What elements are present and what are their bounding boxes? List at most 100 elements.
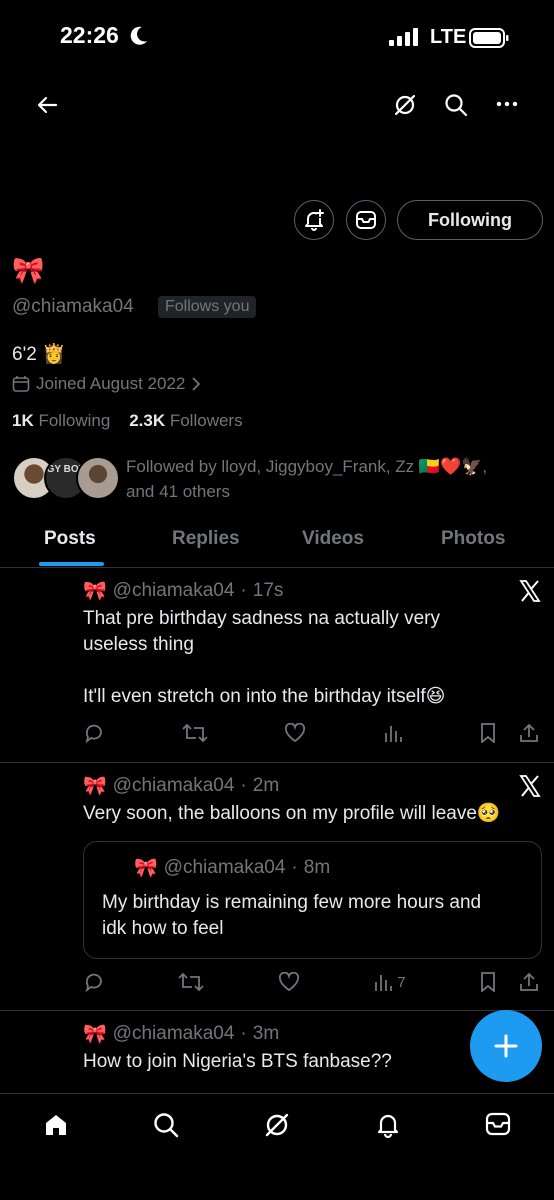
- search-icon: [445, 94, 468, 117]
- bookmark-button[interactable]: [479, 972, 497, 992]
- repost-icon: [181, 723, 208, 743]
- home-icon: [46, 1115, 66, 1135]
- tab-photos[interactable]: Photos: [441, 528, 505, 550]
- like-button[interactable]: [278, 972, 300, 992]
- status-time: 22:26: [60, 22, 119, 48]
- post-author-emoji: 🎀: [83, 581, 107, 602]
- search-button[interactable]: [444, 93, 468, 117]
- nav-home[interactable]: [43, 1112, 69, 1138]
- battery-icon: [469, 28, 509, 48]
- chart-icon: [384, 726, 402, 742]
- reply-button[interactable]: [83, 722, 105, 744]
- views-count: 7: [397, 973, 406, 991]
- post-handle[interactable]: @chiamaka04: [113, 580, 235, 602]
- nav-grok[interactable]: [264, 1112, 290, 1138]
- post-author-emoji: 🎀: [83, 776, 107, 797]
- followers-stat[interactable]: 2.3K Followers: [129, 411, 242, 430]
- more-icon: [496, 101, 518, 107]
- like-button[interactable]: [284, 723, 306, 743]
- quote-body: My birthday is remaining few more hours …: [102, 892, 482, 939]
- quoted-post[interactable]: 🎀 @chiamaka04 · 8m My birthday is remainin…: [83, 841, 542, 959]
- chevron-right-icon: [192, 377, 201, 391]
- post-time: 3m: [252, 1023, 280, 1044]
- nav-messages[interactable]: [485, 1112, 511, 1136]
- tab-posts[interactable]: Posts: [44, 528, 96, 550]
- bookmark-button[interactable]: [479, 723, 497, 743]
- reply-button[interactable]: [83, 971, 105, 993]
- grok-button[interactable]: [393, 93, 417, 117]
- post-handle[interactable]: @chiamaka04: [113, 775, 235, 797]
- more-button[interactable]: [496, 100, 518, 108]
- post-extra-actions: [479, 972, 539, 992]
- post-handle[interactable]: @chiamaka04: [113, 1023, 235, 1045]
- joined-label: Joined August 2022: [36, 374, 186, 393]
- followed-by-avatars[interactable]: GY BOY: [12, 456, 122, 500]
- quote-header: 🎀 @chiamaka04 · 8m: [134, 857, 331, 879]
- share-button[interactable]: [519, 723, 539, 743]
- repost-button[interactable]: [178, 971, 205, 993]
- back-button[interactable]: [36, 94, 58, 116]
- calendar-icon: [12, 376, 30, 392]
- quote-handle: @chiamaka04: [163, 857, 286, 878]
- tab-videos[interactable]: Videos: [302, 528, 364, 550]
- following-stat[interactable]: 1K Following: [12, 411, 110, 430]
- compose-button[interactable]: [470, 1010, 542, 1082]
- follow-stats: 1K Following 2.3K Followers: [12, 411, 243, 431]
- quote-time: 8m: [303, 857, 331, 878]
- repost-icon: [178, 972, 205, 992]
- arrow-left-icon: [37, 96, 58, 114]
- post-header: 🎀 @chiamaka04 · 17s: [83, 580, 284, 602]
- tab-replies[interactable]: Replies: [172, 528, 240, 550]
- views-button[interactable]: [383, 723, 403, 743]
- post-time: 17s: [252, 580, 284, 601]
- follows-you-badge: Follows you: [158, 296, 257, 318]
- bookmark-icon: [481, 723, 495, 743]
- avatar: [76, 456, 120, 500]
- post-time: 2m: [252, 775, 280, 796]
- network-label: LTE: [430, 26, 467, 48]
- plus-icon: [494, 1034, 518, 1058]
- post-header: 🎀 @chiamaka04 · 3m: [83, 1023, 280, 1045]
- heart-icon: [284, 723, 306, 743]
- following-button[interactable]: Following: [397, 200, 543, 240]
- profile-tabs: Posts Replies Videos Photos: [0, 516, 554, 568]
- tab-indicator: [39, 562, 104, 566]
- nav-notifications[interactable]: [375, 1112, 401, 1138]
- share-icon: [520, 972, 538, 991]
- bookmark-icon: [481, 972, 495, 992]
- grok-icon: [265, 1113, 289, 1137]
- grok-icon: [394, 94, 416, 116]
- post-body: That pre birthday sadness na actually ve…: [83, 608, 446, 707]
- post-divider: [0, 762, 554, 763]
- post-body: How to join Nigeria's BTS fanbase??: [83, 1051, 392, 1072]
- nav-search[interactable]: [153, 1112, 179, 1138]
- envelope-icon: [485, 1112, 511, 1136]
- post-extra-actions: [479, 723, 539, 743]
- post-actions: 7: [83, 971, 539, 993]
- share-icon: [520, 723, 538, 742]
- followed-by-text[interactable]: Followed by lloyd, Jiggyboy_Frank, Zz 🇧🇯…: [126, 454, 526, 504]
- notify-button[interactable]: [294, 200, 334, 240]
- profile-name: 🎀: [12, 255, 45, 285]
- repost-button[interactable]: [181, 722, 208, 744]
- profile-bio: 6'2 👸: [12, 344, 66, 365]
- envelope-icon: [356, 211, 376, 229]
- joined-date[interactable]: Joined August 2022: [12, 374, 201, 394]
- post-header: 🎀 @chiamaka04 · 2m: [83, 775, 280, 797]
- chart-icon: [375, 975, 393, 991]
- bell-plus-icon: [305, 209, 324, 231]
- message-button[interactable]: [346, 200, 386, 240]
- post-author-emoji: 🎀: [83, 1024, 107, 1045]
- post-body: Very soon, the balloons on my profile wi…: [83, 803, 501, 824]
- moon-icon: [130, 26, 148, 46]
- search-icon: [154, 1113, 179, 1138]
- bell-icon: [377, 1114, 399, 1138]
- x-logo-icon: [519, 775, 541, 797]
- post-actions: [83, 722, 539, 744]
- share-button[interactable]: [519, 972, 539, 992]
- quote-author-emoji: 🎀: [134, 858, 158, 879]
- signal-icon: [389, 28, 418, 46]
- post-divider: [0, 1010, 554, 1011]
- profile-handle: @chiamaka04: [12, 296, 134, 317]
- views-button[interactable]: 7: [373, 972, 406, 992]
